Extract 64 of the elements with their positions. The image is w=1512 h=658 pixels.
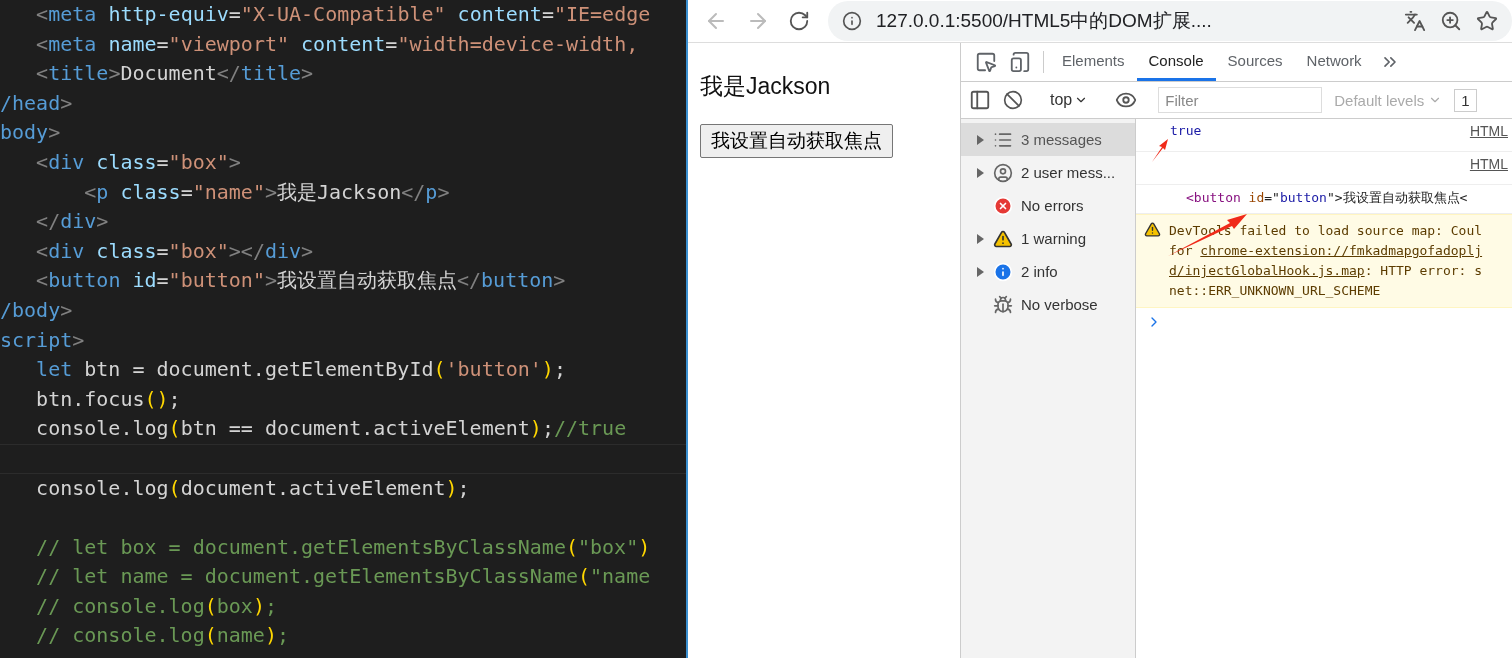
code-line: <div class="box"></div> <box>35 238 314 263</box>
warning-link[interactable]: d/injectGlobalHook.js.map <box>1169 263 1365 278</box>
warning-icon <box>1144 221 1161 238</box>
address-bar[interactable]: 127.0.0.1:5500/HTML5中的DOM扩展.... <box>828 1 1512 41</box>
warning-link[interactable]: chrome-extension://fmkadmapgofadoplj <box>1200 243 1483 258</box>
code-line: <button id="button">我设置自动获取焦点</button> <box>35 268 566 293</box>
code-line: <title>Document</title> <box>35 61 314 86</box>
warning-text: d/injectGlobalHook.js.map: HTTP error: s <box>1169 262 1483 280</box>
info-icon[interactable] <box>842 11 862 31</box>
context-select[interactable]: top <box>1044 91 1095 109</box>
clear-icon[interactable] <box>1003 90 1023 110</box>
zoom-icon[interactable] <box>1440 10 1462 32</box>
expand-icon[interactable] <box>975 266 985 277</box>
code-line: <div class="box"> <box>35 149 241 174</box>
user-icon <box>993 162 1013 183</box>
star-icon[interactable] <box>1476 10 1498 32</box>
code-line: let btn = document.getElementById('button'); <box>35 357 566 382</box>
expand-icon[interactable] <box>975 167 985 178</box>
sidebar-item[interactable]: 2 info <box>961 255 1135 288</box>
sidebar-item[interactable]: 1 warning <box>961 222 1135 255</box>
filter-field[interactable]: Filter <box>1158 87 1323 113</box>
code-line: body> <box>0 120 61 145</box>
code-line: console.log(document.activeElement); <box>35 475 470 500</box>
code-line: btn.focus(); <box>35 386 181 411</box>
code-line: <meta http-equiv="X-UA-Compatible" content="IE=edge <box>35 2 651 26</box>
issues-counter[interactable]: 1 <box>1454 88 1477 112</box>
expand-icon[interactable] <box>975 233 985 244</box>
sidebar-item[interactable]: No verbose <box>961 288 1135 321</box>
warning-text: net::ERR_UNKNOWN_URL_SCHEME <box>1169 282 1382 300</box>
log-value: true <box>1170 123 1202 140</box>
element-log[interactable]: <button id="button">我设置自动获取焦点< <box>1186 190 1468 205</box>
code-line: <p class="name">我是Jackson</p> <box>83 179 450 204</box>
code-line: <meta name="viewport" content="width=device-width, <box>35 31 639 56</box>
source-link[interactable]: HTML <box>1469 123 1508 147</box>
source-link[interactable]: HTML <box>1469 156 1508 180</box>
page-heading: 我是Jackson <box>700 72 832 101</box>
devtools-tab[interactable]: Sources <box>1215 43 1295 81</box>
annotation-arrow <box>1152 139 1168 162</box>
sidebar-item[interactable]: No errors <box>961 189 1135 222</box>
code-line: /body> <box>0 297 73 322</box>
code-line: console.log(btn == document.activeElement);//true <box>35 416 627 441</box>
warning-text: for chrome-extension://fmkadmapgofadoplj <box>1169 242 1483 260</box>
expand-icon[interactable] <box>975 134 985 145</box>
translate-icon[interactable] <box>1404 10 1426 32</box>
code-line: /head> <box>0 90 73 115</box>
sidebar-toggle-icon[interactable] <box>969 89 991 111</box>
devtools-tab[interactable]: Elements <box>1050 43 1137 81</box>
code-line: // let name = document.getElementsByClassName("name <box>35 564 651 589</box>
code-line: </div> <box>35 209 109 234</box>
sidebar-item[interactable]: 2 user mess... <box>961 156 1135 189</box>
info-icon <box>993 261 1013 282</box>
code-line: script> <box>0 327 85 352</box>
bug-icon <box>993 294 1013 315</box>
warning-icon <box>993 228 1013 249</box>
reload-icon[interactable] <box>788 10 810 32</box>
code-line: // console.log(name); <box>35 623 289 648</box>
code-line: // let box = document.getElementsByClassName("box") <box>35 534 651 559</box>
sidebar-item[interactable]: 3 messages <box>961 123 1135 156</box>
address-text: 127.0.0.1:5500/HTML5中的DOM扩展.... <box>876 9 1213 33</box>
code-line: // console.log(box); <box>35 593 277 618</box>
devtools-tab[interactable]: Console <box>1136 43 1216 81</box>
focus-button[interactable]: 我设置自动获取焦点 <box>700 124 893 158</box>
error-icon <box>993 195 1013 216</box>
devtools-tab[interactable]: Network <box>1294 43 1374 81</box>
